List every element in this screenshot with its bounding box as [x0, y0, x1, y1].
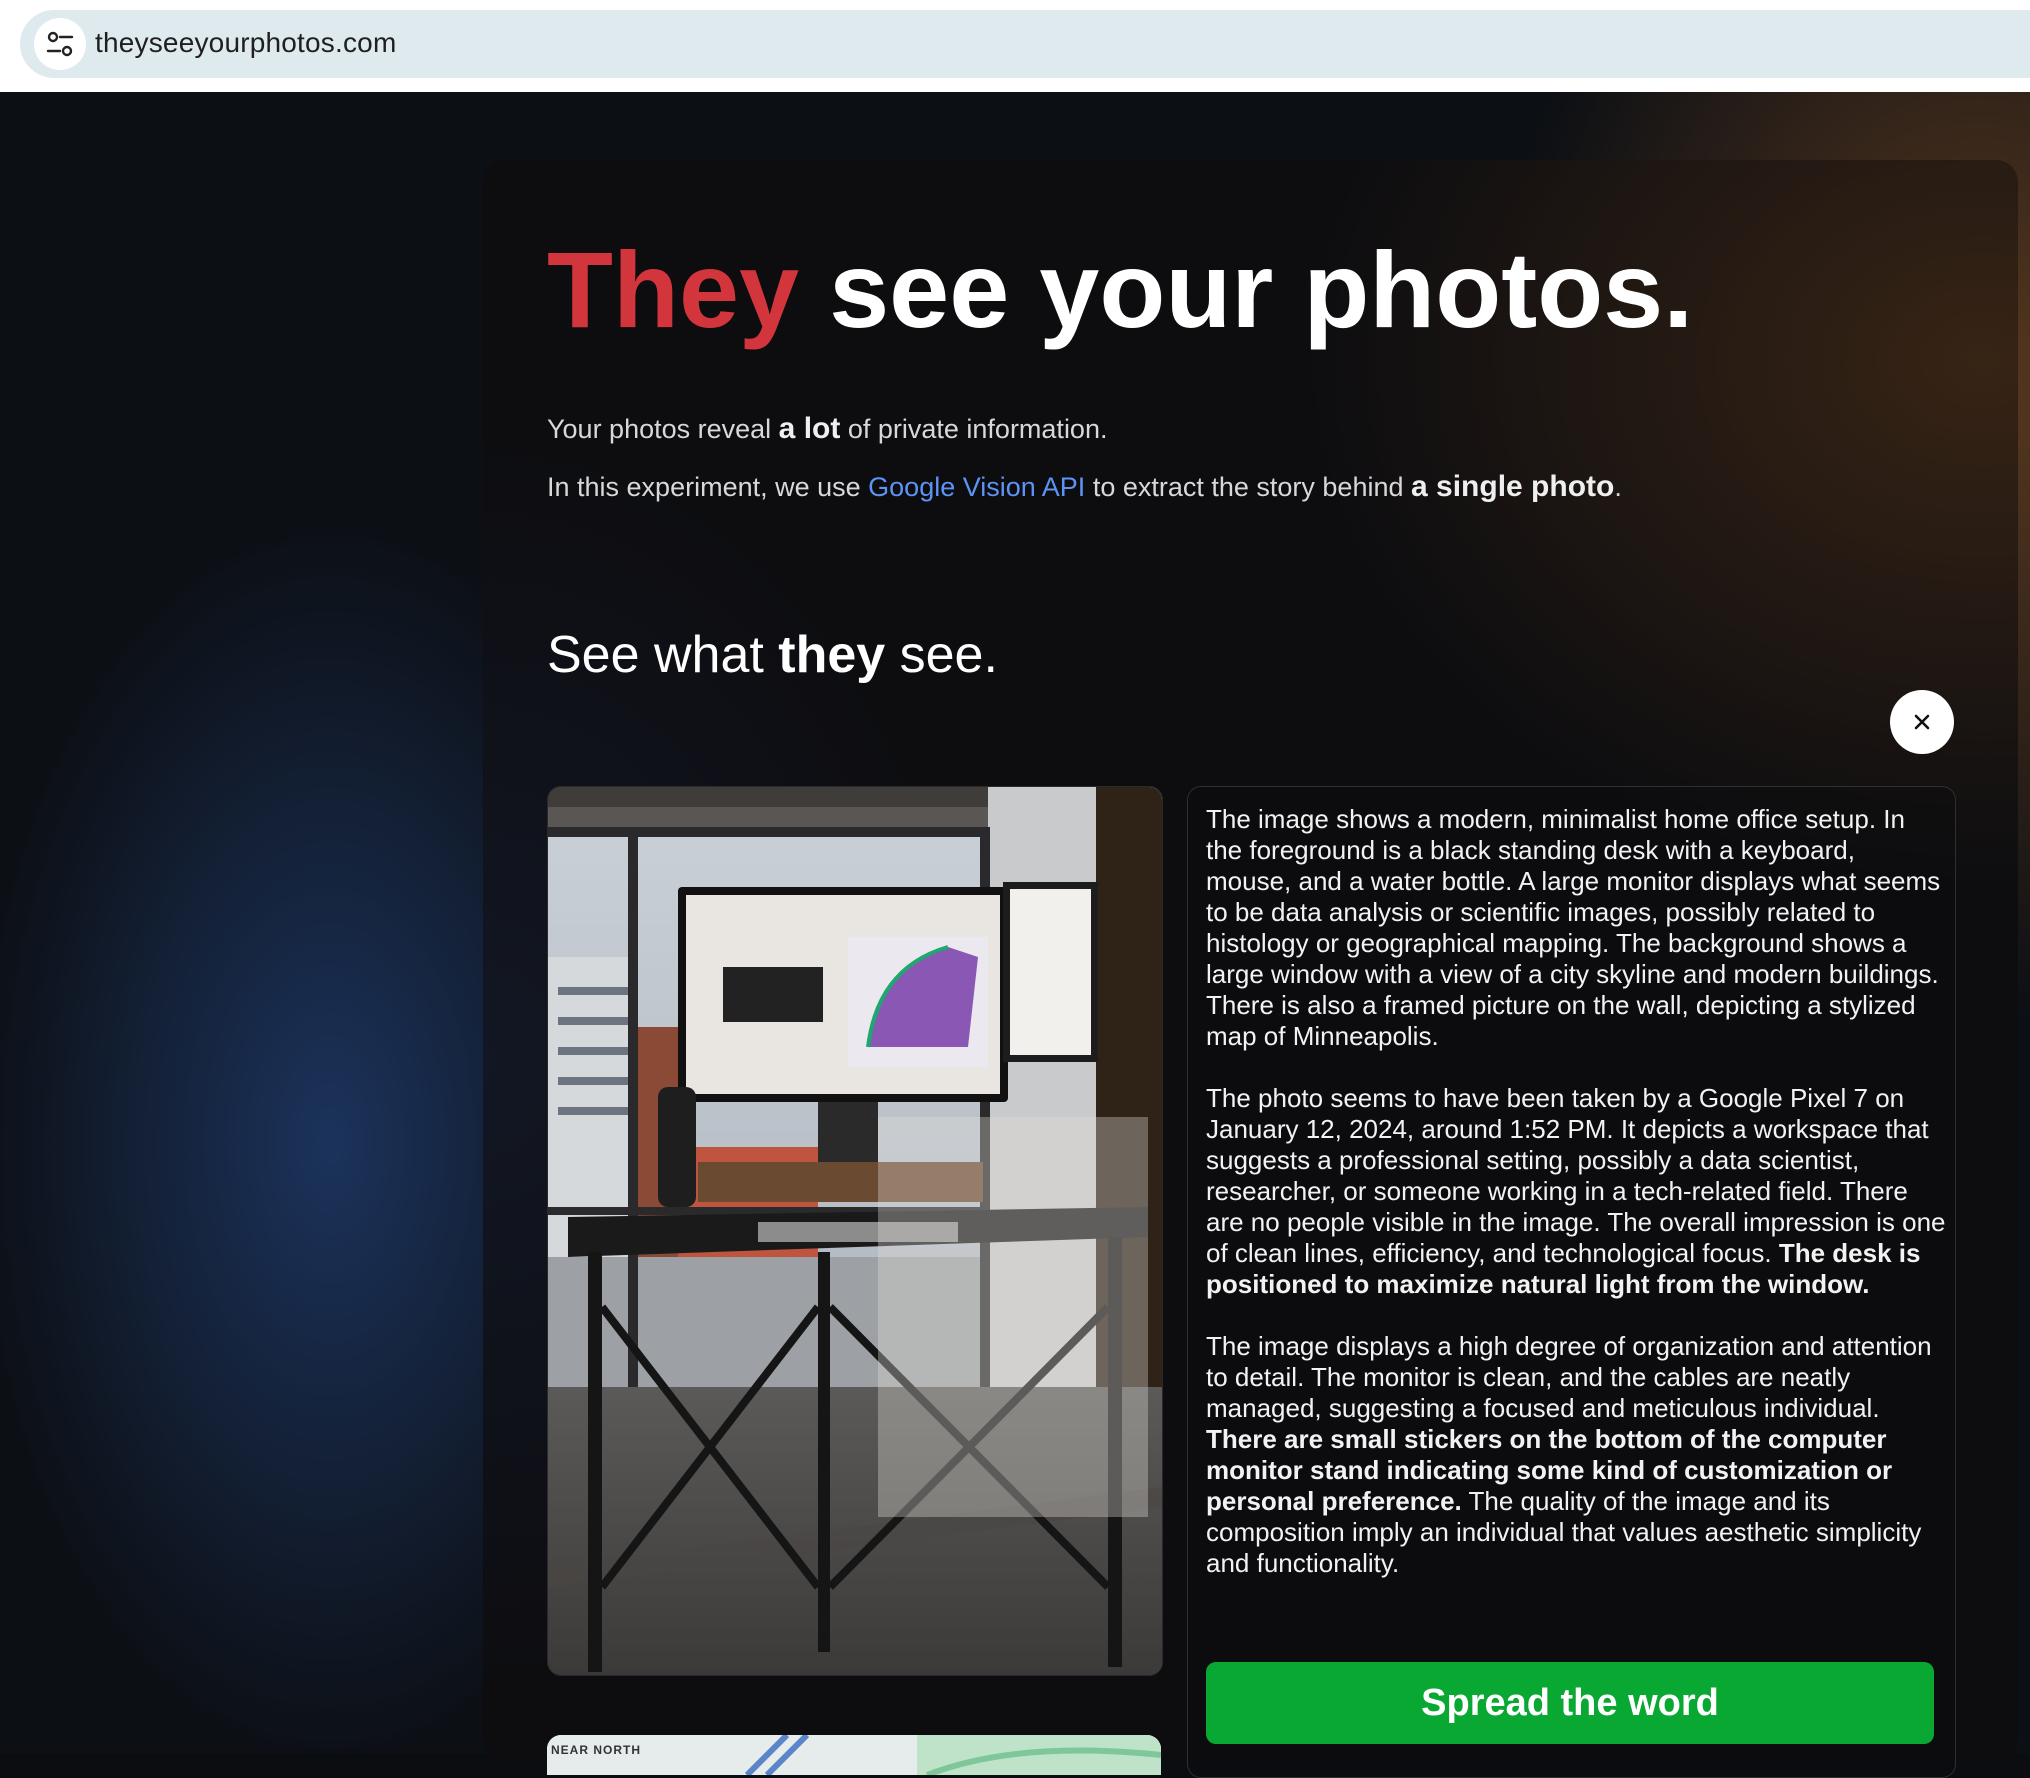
heading-text: See what: [547, 626, 779, 684]
uploaded-photo: [547, 786, 1163, 1676]
hero-title: They see your photos.: [547, 225, 1693, 355]
map-preview[interactable]: NEAR NORTH: [547, 1735, 1161, 1775]
browser-address-bar: theyseeyourphotos.com: [0, 0, 2030, 93]
url-field[interactable]: theyseeyourphotos.com: [20, 10, 2030, 78]
analysis-paragraph-1: The image shows a modern, minimalist hom…: [1206, 804, 1941, 1051]
spread-the-word-button[interactable]: Spread the word: [1206, 1662, 1934, 1744]
intro-line-2: In this experiment, we use Google Vision…: [547, 470, 1622, 504]
intro-text: of private information.: [840, 414, 1108, 444]
close-button[interactable]: [1890, 690, 1954, 754]
intro-text: In this experiment, we use: [547, 472, 869, 502]
analysis-paragraph-2: The photo seems to have been taken by a …: [1206, 1083, 1946, 1300]
tune-icon[interactable]: [34, 18, 86, 70]
heading-emphasis: they: [778, 626, 886, 684]
intro-text: Your photos reveal: [547, 414, 779, 444]
analysis-text: The image shows a modern, minimalist hom…: [1206, 804, 1946, 1610]
analysis-paragraph-3: The image displays a high degree of orga…: [1206, 1331, 1946, 1579]
intro-emphasis: a lot: [778, 412, 841, 445]
intro-emphasis: a single photo: [1411, 470, 1615, 503]
intro-line-1: Your photos reveal a lot of private info…: [547, 412, 1107, 446]
map-label: NEAR NORTH: [551, 1743, 641, 1757]
hero-title-accent: They: [547, 229, 800, 350]
heading-text: see.: [885, 626, 998, 684]
url-text[interactable]: theyseeyourphotos.com: [95, 27, 396, 59]
google-vision-api-link[interactable]: Google Vision API: [868, 472, 1085, 502]
hero-title-rest: see your photos.: [829, 229, 1694, 350]
paragraph-text: The image displays a high degree of orga…: [1206, 1331, 1932, 1423]
section-heading: See what they see.: [547, 625, 998, 685]
close-icon: [1914, 714, 1930, 730]
intro-text: .: [1614, 472, 1622, 502]
intro-text: to extract the story behind: [1085, 472, 1411, 502]
